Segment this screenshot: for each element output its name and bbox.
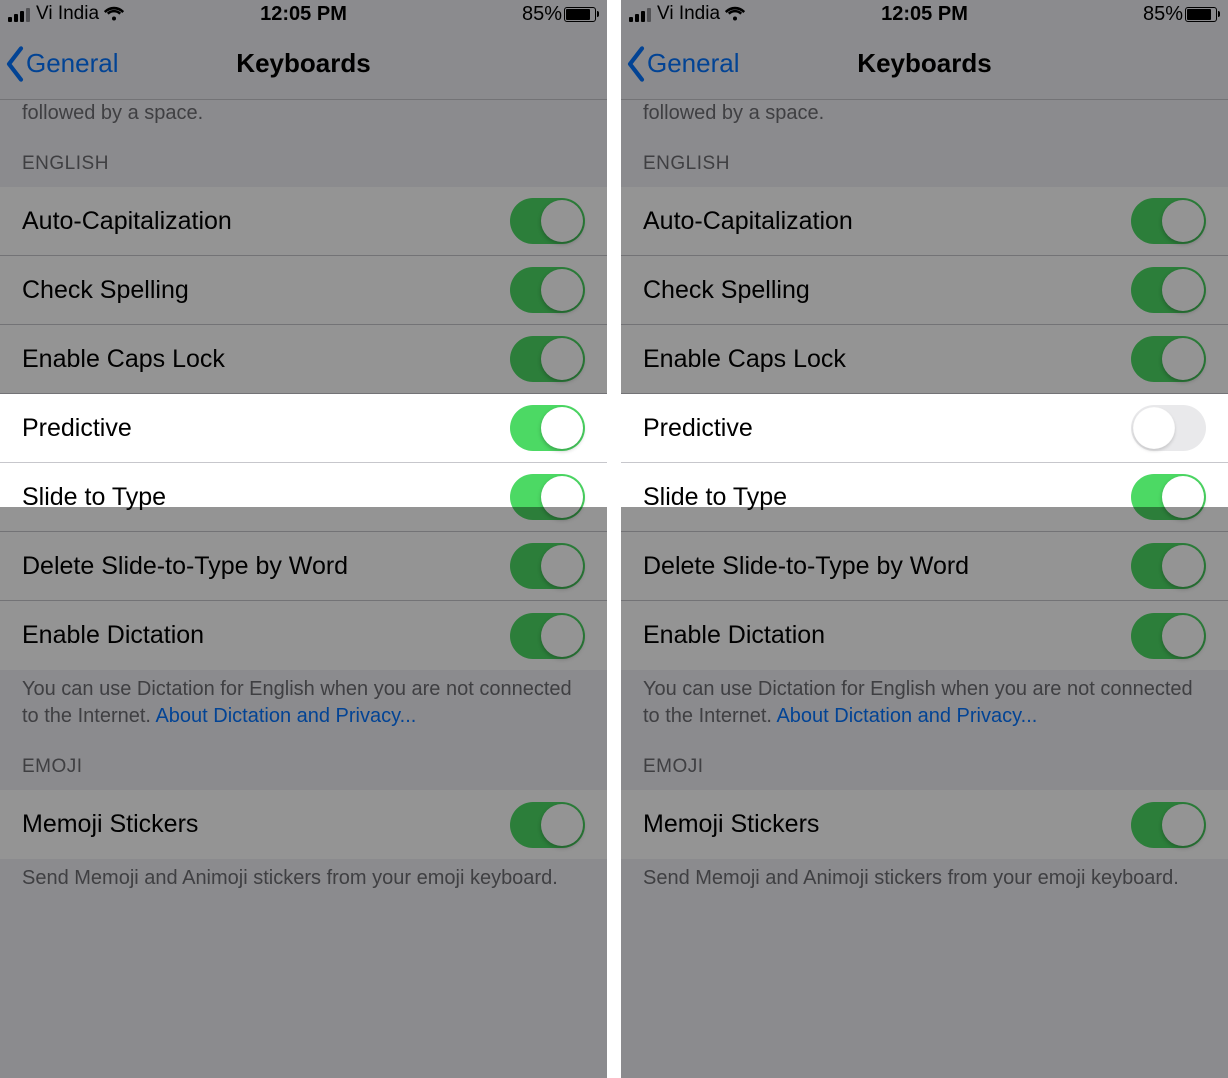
- navigation-bar: General Keyboards: [0, 28, 607, 100]
- row-memoji-stickers: Memoji Stickers: [0, 790, 607, 859]
- row-auto-capitalization: Auto-Capitalization: [0, 187, 607, 256]
- row-label: Enable Caps Lock: [643, 345, 1131, 374]
- back-label: General: [26, 48, 119, 79]
- row-label: Delete Slide-to-Type by Word: [22, 552, 510, 581]
- row-label: Predictive: [22, 414, 510, 443]
- toggle-delete-slide-word[interactable]: [1131, 543, 1206, 589]
- toggle-delete-slide-word[interactable]: [510, 543, 585, 589]
- back-button[interactable]: General: [623, 46, 740, 82]
- battery-icon: [564, 7, 599, 22]
- row-label: Auto-Capitalization: [643, 207, 1131, 236]
- row-check-spelling: Check Spelling: [621, 256, 1228, 325]
- row-predictive: Predictive: [621, 394, 1228, 463]
- section-header-english: ENGLISH: [621, 153, 1228, 187]
- clock: 12:05 PM: [621, 3, 1228, 26]
- section-header-emoji: EMOJI: [0, 756, 607, 790]
- memoji-note: Send Memoji and Animoji stickers from yo…: [0, 859, 607, 918]
- toggle-predictive[interactable]: [510, 405, 585, 451]
- toggle-slide-to-type[interactable]: [1131, 474, 1206, 520]
- row-label: Memoji Stickers: [643, 810, 1131, 839]
- section-header-english: ENGLISH: [0, 153, 607, 187]
- chevron-left-icon: [623, 46, 649, 82]
- row-label: Check Spelling: [22, 276, 510, 305]
- row-enable-caps-lock: Enable Caps Lock: [0, 325, 607, 394]
- toggle-auto-capitalization[interactable]: [1131, 198, 1206, 244]
- row-label: Check Spelling: [643, 276, 1131, 305]
- toggle-check-spelling[interactable]: [510, 267, 585, 313]
- chevron-left-icon: [2, 46, 28, 82]
- row-label: Auto-Capitalization: [22, 207, 510, 236]
- battery-icon: [1185, 7, 1220, 22]
- toggle-memoji-stickers[interactable]: [1131, 802, 1206, 848]
- toggle-memoji-stickers[interactable]: [510, 802, 585, 848]
- row-auto-capitalization: Auto-Capitalization: [621, 187, 1228, 256]
- dictation-privacy-link[interactable]: About Dictation and Privacy...: [776, 705, 1037, 727]
- row-check-spelling: Check Spelling: [0, 256, 607, 325]
- phone-right: Vi India 12:05 PM 85% General Keyboards: [621, 0, 1228, 1078]
- dictation-note: You can use Dictation for English when y…: [0, 670, 607, 756]
- row-label: Slide to Type: [22, 483, 510, 512]
- row-label: Enable Dictation: [643, 621, 1131, 650]
- row-enable-dictation: Enable Dictation: [621, 601, 1228, 670]
- row-predictive: Predictive: [0, 394, 607, 463]
- toggle-enable-caps-lock[interactable]: [510, 336, 585, 382]
- toggle-enable-dictation[interactable]: [510, 613, 585, 659]
- row-slide-to-type: Slide to Type: [0, 463, 607, 532]
- toggle-enable-caps-lock[interactable]: [1131, 336, 1206, 382]
- row-delete-slide-word: Delete Slide-to-Type by Word: [621, 532, 1228, 601]
- row-label: Delete Slide-to-Type by Word: [643, 552, 1131, 581]
- dictation-note: You can use Dictation for English when y…: [621, 670, 1228, 756]
- row-label: Enable Dictation: [22, 621, 510, 650]
- row-label: Predictive: [643, 414, 1131, 443]
- clock: 12:05 PM: [0, 3, 607, 26]
- navigation-bar: General Keyboards: [621, 28, 1228, 100]
- row-label: Enable Caps Lock: [22, 345, 510, 374]
- section-header-emoji: EMOJI: [621, 756, 1228, 790]
- memoji-note: Send Memoji and Animoji stickers from yo…: [621, 859, 1228, 918]
- row-enable-dictation: Enable Dictation: [0, 601, 607, 670]
- toggle-predictive[interactable]: [1131, 405, 1206, 451]
- status-bar: Vi India 12:05 PM 85%: [621, 0, 1228, 28]
- toggle-slide-to-type[interactable]: [510, 474, 585, 520]
- toggle-auto-capitalization[interactable]: [510, 198, 585, 244]
- shortcut-desc: followed by a space.: [0, 100, 607, 153]
- row-label: Slide to Type: [643, 483, 1131, 512]
- shortcut-desc: followed by a space.: [621, 100, 1228, 153]
- dictation-privacy-link[interactable]: About Dictation and Privacy...: [155, 705, 416, 727]
- status-bar: Vi India 12:05 PM 85%: [0, 0, 607, 28]
- phone-left: Vi India 12:05 PM 85% General Keyboards: [0, 0, 607, 1078]
- row-memoji-stickers: Memoji Stickers: [621, 790, 1228, 859]
- toggle-check-spelling[interactable]: [1131, 267, 1206, 313]
- back-button[interactable]: General: [2, 46, 119, 82]
- row-slide-to-type: Slide to Type: [621, 463, 1228, 532]
- row-delete-slide-word: Delete Slide-to-Type by Word: [0, 532, 607, 601]
- back-label: General: [647, 48, 740, 79]
- toggle-enable-dictation[interactable]: [1131, 613, 1206, 659]
- row-label: Memoji Stickers: [22, 810, 510, 839]
- row-enable-caps-lock: Enable Caps Lock: [621, 325, 1228, 394]
